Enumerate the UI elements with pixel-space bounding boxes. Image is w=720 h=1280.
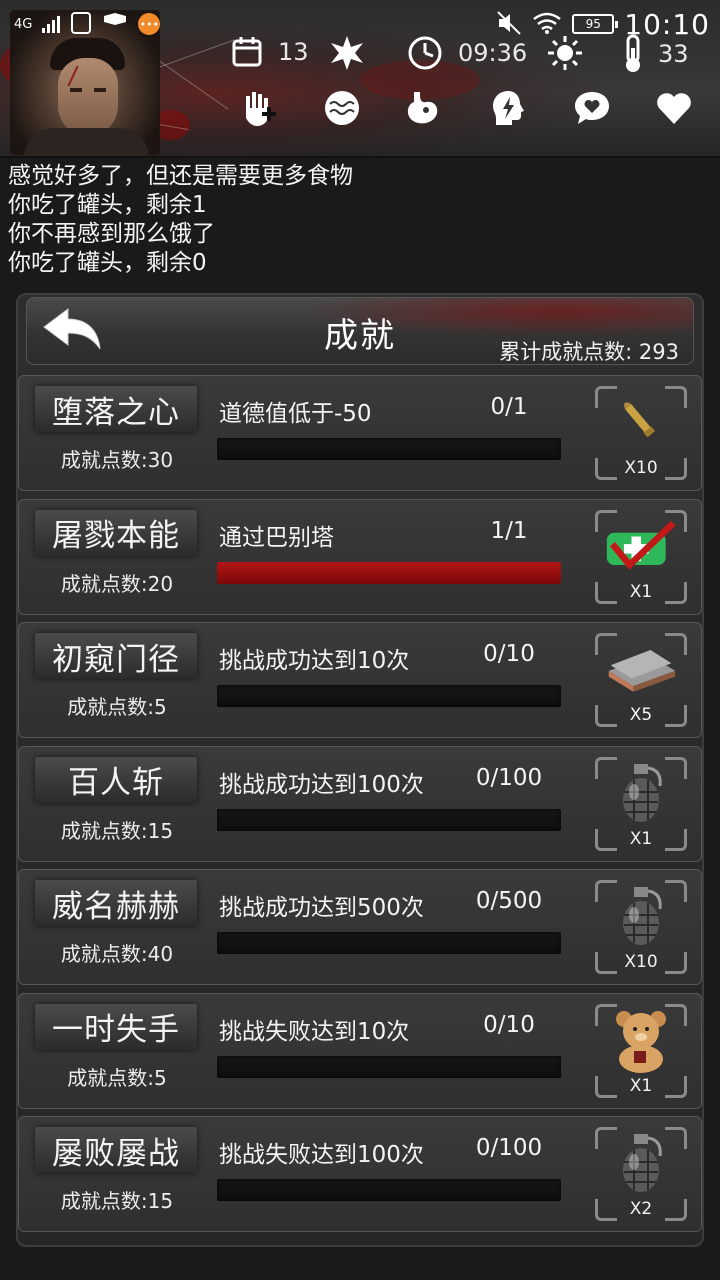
achievement-name-plate: 百人斩 — [35, 756, 197, 803]
log-line: 你吃了罐头，剩余0 — [8, 250, 207, 276]
more-notifications-icon: ••• — [138, 13, 161, 35]
achievement-card[interactable]: 一时失手成就点数:5 挑战失败达到10次 0/10 X1 — [18, 992, 702, 1109]
achievement-description: 挑战成功达到500次 — [219, 895, 424, 921]
achievement-progress: 0/100 — [475, 1135, 543, 1161]
achievement-progress-bar — [217, 1179, 561, 1201]
achievement-name: 一时失手 — [52, 1012, 180, 1048]
achievement-description: 道德值低于-50 — [219, 401, 372, 427]
achievement-card[interactable]: 威名赫赫成就点数:40 挑战成功达到500次 0/500 X10 — [18, 869, 702, 985]
reward-quantity: X10 — [624, 458, 658, 478]
achievement-name: 屠戮本能 — [52, 518, 180, 554]
wifi-icon — [532, 11, 562, 38]
achievement-card[interactable]: 堕落之心成就点数:30 道德值低于-50 0/1 X10 — [18, 375, 702, 491]
achievement-progress-bar — [217, 1055, 561, 1078]
bullet-icon — [603, 390, 679, 454]
grenade-icon — [603, 1131, 679, 1195]
speech-heart-icon[interactable] — [570, 86, 614, 130]
system-status-bar: 4G ••• 95 10:10 — [0, 0, 720, 48]
plates-icon — [603, 637, 679, 701]
achievement-points: 成就点数:40 — [60, 942, 174, 966]
achievement-points: 成就点数:5 — [67, 1065, 167, 1090]
achievement-description: 通过巴别塔 — [219, 524, 334, 551]
reward-slot[interactable]: X10 — [595, 880, 687, 974]
achievement-name-plate: 堕落之心 — [35, 386, 197, 432]
achievement-name-plate: 屡败屡战 — [35, 1127, 197, 1173]
achievement-progress-bar — [217, 932, 561, 954]
achievement-points: 成就点数:30 — [60, 448, 174, 472]
achievement-progress-fill — [217, 561, 561, 584]
achievement-card[interactable]: 百人斩成就点数:15 挑战成功达到100次 0/100 X1 — [18, 745, 702, 862]
achievement-name-plate: 初窥门径 — [35, 633, 197, 679]
reward-slot[interactable]: X1 — [595, 509, 687, 604]
teddy-bear-icon — [603, 1008, 679, 1073]
total-achievement-points: 累计成就点数: 293 — [499, 340, 679, 364]
grenade-icon — [603, 884, 679, 948]
reward-quantity: X1 — [629, 1075, 653, 1096]
achievement-card[interactable]: 初窥门径成就点数:5 挑战成功达到10次 0/10 X5 — [18, 622, 702, 738]
achievement-points: 成就点数:15 — [60, 818, 174, 843]
network-type: 4G — [14, 16, 33, 32]
reward-quantity: X1 — [629, 581, 653, 602]
achievement-name: 初窥门径 — [52, 641, 180, 678]
achievement-progress-bar — [217, 438, 561, 460]
achievement-progress: 1/1 — [490, 517, 528, 544]
reward-quantity: X5 — [629, 705, 653, 725]
achievement-progress: 0/500 — [475, 888, 543, 914]
achievement-points: 成就点数:20 — [60, 571, 174, 596]
status-icon-row — [232, 86, 702, 132]
achievement-name: 堕落之心 — [52, 394, 180, 431]
event-log: 感觉好多了，但还是需要更多食物 你吃了罐头，剩余1 你不再感到那么饿了 你吃了罐… — [8, 162, 708, 278]
app-notification-icon — [102, 12, 128, 37]
achievement-progress: 0/10 — [483, 1011, 535, 1038]
reward-quantity: X1 — [629, 828, 653, 849]
achievement-progress-bar — [217, 685, 561, 707]
log-line: 感觉好多了，但还是需要更多食物 — [8, 163, 353, 189]
reward-slot[interactable]: X1 — [595, 1003, 687, 1098]
achievement-description: 挑战失败达到10次 — [219, 1018, 410, 1045]
achievement-card[interactable]: 屠戮本能成就点数:20 通过巴别塔 1/1 X1 — [18, 498, 702, 615]
achievement-progress: 0/10 — [483, 641, 535, 667]
achievement-description: 挑战成功达到10次 — [219, 648, 410, 674]
heart-icon[interactable] — [652, 86, 696, 130]
achievement-progress: 0/1 — [490, 394, 528, 420]
stomach-icon[interactable] — [400, 86, 444, 130]
hand-bandage-icon[interactable] — [236, 86, 280, 130]
brain-icon[interactable] — [320, 86, 364, 130]
reward-quantity: X2 — [629, 1199, 653, 1219]
reward-slot[interactable]: X2 — [595, 1127, 687, 1221]
log-line: 你不再感到那么饿了 — [8, 221, 215, 247]
achievement-name: 屡败屡战 — [52, 1135, 180, 1172]
achievement-name-plate: 威名赫赫 — [35, 880, 197, 926]
reward-quantity: X10 — [624, 952, 658, 972]
achievement-points: 成就点数:15 — [60, 1189, 174, 1213]
signal-icon — [42, 15, 61, 33]
achievement-name: 百人斩 — [68, 765, 164, 801]
achievement-card[interactable]: 屡败屡战成就点数:15 挑战失败达到100次 0/100 X2 — [18, 1116, 702, 1232]
reward-slot[interactable]: X10 — [595, 386, 687, 480]
system-clock: 10:10 — [624, 7, 710, 41]
head-energy-icon[interactable] — [486, 86, 530, 130]
achievement-progress-bar — [217, 561, 561, 584]
achievement-progress-bar — [217, 808, 561, 831]
reward-slot[interactable]: X5 — [595, 633, 687, 727]
achievement-name-plate: 一时失手 — [35, 1003, 197, 1050]
medkit-icon — [603, 514, 679, 578]
achievement-description: 挑战失败达到100次 — [219, 1142, 424, 1168]
reward-slot[interactable]: X1 — [595, 756, 687, 851]
grenade-icon — [603, 761, 679, 825]
achievements-dialog: 成就 累计成就点数: 293 堕落之心 成就点数:30 道德值低于-50 0/1 X10… — [16, 293, 704, 1247]
battery-indicator: 95 — [572, 14, 619, 34]
dialog-header: 成就 累计成就点数: 293 — [26, 297, 694, 365]
sim-icon — [70, 11, 92, 38]
mute-icon — [496, 10, 522, 39]
achievement-name-plate: 屠戮本能 — [35, 509, 197, 556]
achievement-progress: 0/100 — [475, 764, 543, 791]
achievement-points: 成就点数:5 — [67, 695, 167, 719]
log-line: 你吃了罐头，剩余1 — [8, 192, 207, 218]
achievement-name: 威名赫赫 — [52, 888, 180, 925]
achievement-description: 挑战成功达到100次 — [219, 771, 424, 798]
